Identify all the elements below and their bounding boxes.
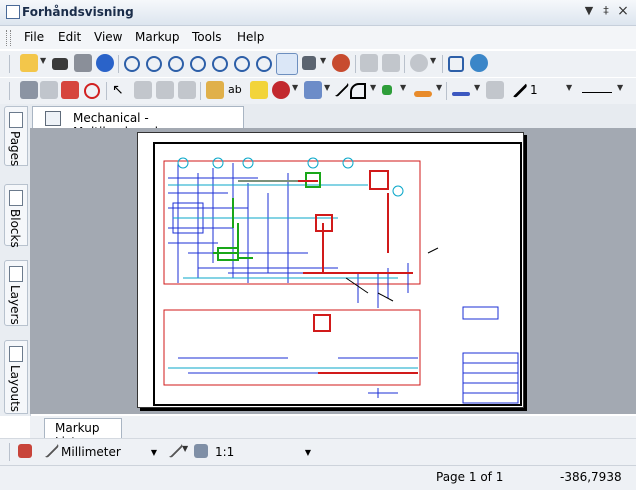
layers-icon <box>9 266 23 282</box>
open-file-icon[interactable] <box>52 58 68 70</box>
calibrate-icon[interactable] <box>162 437 184 459</box>
menu-edit[interactable]: Edit <box>58 30 81 44</box>
line-icon[interactable] <box>328 76 350 98</box>
bottom-toolbar: Millimeter ▼ ▼ 1:1 ▼ <box>0 437 636 465</box>
info-icon[interactable] <box>96 54 114 72</box>
blocks-icon <box>9 190 23 206</box>
shape-icon[interactable] <box>382 85 392 95</box>
menu-view[interactable]: View <box>94 30 122 44</box>
delete-markup-icon[interactable] <box>84 83 100 99</box>
zoom-previous-icon[interactable] <box>212 56 228 72</box>
text-icon[interactable]: ab <box>228 81 246 99</box>
markup-list-tab[interactable]: Markup List <box>44 418 122 449</box>
properties-icon[interactable] <box>40 81 58 99</box>
help-icon[interactable] <box>470 54 488 72</box>
menu-markup[interactable]: Markup <box>135 30 179 44</box>
menu-file[interactable]: File <box>24 30 44 44</box>
tab-layouts[interactable]: Layouts <box>4 340 28 414</box>
undo-icon <box>134 81 152 99</box>
zoom-out-icon[interactable] <box>190 56 206 72</box>
orbit-icon[interactable] <box>302 56 316 70</box>
pages-icon <box>9 112 23 128</box>
app-icon <box>6 5 20 19</box>
zoom-selection-icon[interactable] <box>256 56 272 72</box>
redo-icon <box>156 81 174 99</box>
measure-clear-icon[interactable] <box>18 444 32 458</box>
tab-pages[interactable]: Pages <box>4 106 28 166</box>
page-indicator: Page 1 of 1 <box>436 470 504 484</box>
dock-button[interactable]: ‡ <box>599 4 613 18</box>
units-select[interactable]: Millimeter ▼ <box>60 442 160 463</box>
main-toolbar: ▼ ▼ ▼ <box>0 50 636 78</box>
tab-layers[interactable]: Layers <box>4 260 28 326</box>
menu-bar: File Edit View Markup Tools Help <box>0 26 636 49</box>
arc-icon[interactable] <box>350 83 366 99</box>
render-icon[interactable] <box>332 54 350 72</box>
callout-icon[interactable] <box>304 81 322 99</box>
print-icon[interactable] <box>74 54 92 72</box>
menu-help[interactable]: Help <box>237 30 264 44</box>
line-width-value[interactable]: 1 <box>530 83 538 97</box>
zoom-realtime-icon[interactable] <box>234 56 250 72</box>
line-color-icon[interactable] <box>452 92 470 96</box>
menu-tools[interactable]: Tools <box>192 30 222 44</box>
pencil-icon[interactable] <box>206 81 224 99</box>
fill-color-icon[interactable] <box>414 91 432 97</box>
find-icon[interactable] <box>448 56 464 72</box>
previous-page-icon[interactable] <box>360 54 378 72</box>
line-pattern-preview[interactable] <box>582 92 612 93</box>
markup-toolbar: ↖ ab ▼ ▼ ▼ ▼ ▼ ▼ 1 ▼ ▼ <box>0 76 636 105</box>
drawing-sheet <box>137 132 524 408</box>
next-page-icon[interactable] <box>382 54 400 72</box>
title-bar: Forhåndsvisning ▼ ‡ × <box>0 0 636 26</box>
scale-select[interactable]: 1:1 ▼ <box>214 442 314 463</box>
window-title: Forhåndsvisning <box>22 5 134 19</box>
side-tab-strip: Pages Blocks Layers Layouts <box>0 104 31 416</box>
compare-icon <box>410 54 428 72</box>
document-tab[interactable]: Mechanical - Multileaders.dwg <box>32 106 244 139</box>
pin-button[interactable]: ▼ <box>582 4 596 18</box>
pan-hand-icon[interactable] <box>276 53 298 75</box>
copy-markup-icon <box>178 81 196 99</box>
note-icon[interactable] <box>250 81 268 99</box>
line-weight-icon[interactable] <box>506 76 528 99</box>
grip-icon <box>6 30 11 46</box>
coordinate-readout: -386,7938 <box>560 470 622 484</box>
scale-icon[interactable] <box>194 444 208 458</box>
zoom-window-icon[interactable] <box>146 56 162 72</box>
measure-icon[interactable] <box>38 437 60 459</box>
open-folder-icon[interactable] <box>20 54 38 72</box>
cad-drawing <box>153 142 522 406</box>
select-arrow-icon[interactable]: ↖ <box>112 81 130 99</box>
zoom-extents-icon[interactable] <box>124 56 140 72</box>
zoom-in-icon[interactable] <box>168 56 184 72</box>
close-button[interactable]: × <box>616 4 630 18</box>
line-style-icon <box>486 81 504 99</box>
stamp-icon[interactable] <box>272 81 290 99</box>
tab-blocks[interactable]: Blocks <box>4 184 28 248</box>
drawing-file-icon <box>45 111 61 126</box>
save-icon[interactable] <box>20 81 38 99</box>
layouts-icon <box>9 346 23 362</box>
status-bar: Page 1 of 1 -386,7938 <box>0 465 636 490</box>
layers-markup-icon[interactable] <box>61 81 79 99</box>
